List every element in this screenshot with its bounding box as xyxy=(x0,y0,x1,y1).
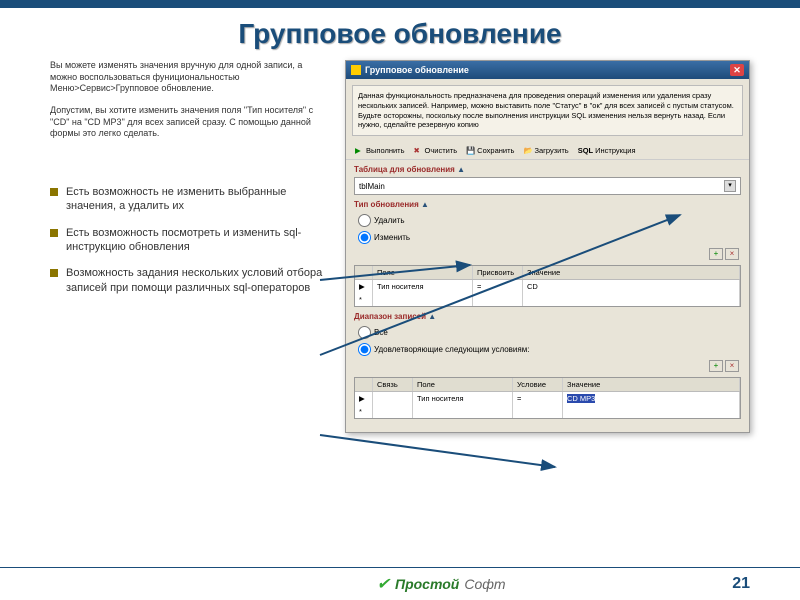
page-number: 21 xyxy=(732,575,750,593)
check-icon: ✔ xyxy=(377,574,390,594)
range-section: Диапазон записей ▲ Все Удовлетворяющие с… xyxy=(354,312,741,419)
remove-row-button[interactable]: × xyxy=(725,248,739,260)
save-button[interactable]: 💾Сохранить xyxy=(463,145,517,156)
range-label: Диапазон записей ▲ xyxy=(354,312,741,321)
conditions-grid: Связь Поле Условие Значение ▶ Тип носите… xyxy=(354,377,741,419)
chevron-down-icon[interactable]: ▾ xyxy=(724,180,736,192)
intro-paragraph-1: Вы можете изменять значения вручную для … xyxy=(50,60,330,95)
close-icon[interactable]: ✕ xyxy=(730,64,744,76)
table-label: Таблица для обновления ▲ xyxy=(354,165,741,174)
sql-button[interactable]: SQL Инструкция xyxy=(575,145,639,156)
radio-delete[interactable]: Удалить xyxy=(358,214,405,227)
col-value: Значение xyxy=(523,266,740,279)
table-row[interactable]: * xyxy=(355,293,740,306)
titlebar: Групповое обновление ✕ xyxy=(346,61,749,79)
col-field2: Поле xyxy=(413,378,513,391)
col-cond: Условие xyxy=(513,378,563,391)
update-grid: Поле Присвоить Значение ▶ Тип носителя =… xyxy=(354,265,741,307)
radio-update[interactable]: Изменить xyxy=(358,231,410,244)
type-label: Тип обновления ▲ xyxy=(354,200,741,209)
load-button[interactable]: 📂Загрузить xyxy=(520,145,571,156)
col-link: Связь xyxy=(373,378,413,391)
bullet-delete: Есть возможность не изменить выбранные з… xyxy=(50,185,330,214)
radio-all[interactable]: Все xyxy=(358,326,388,339)
col-assign: Присвоить xyxy=(473,266,523,279)
main-toolbar: ▶Выполнить ✖Очистить 💾Сохранить 📂Загрузи… xyxy=(346,142,749,160)
window-title: Групповое обновление xyxy=(365,65,469,75)
remove-cond-button[interactable]: × xyxy=(725,360,739,372)
run-button[interactable]: ▶Выполнить xyxy=(352,145,408,156)
table-row[interactable]: ▶ Тип носителя = CD MP3 xyxy=(355,392,740,405)
intro-paragraph-2: Допустим, вы хотите изменить значения по… xyxy=(50,105,330,140)
dialog-window: Групповое обновление ✕ Данная функционал… xyxy=(345,60,750,433)
clear-button[interactable]: ✖Очистить xyxy=(411,145,461,156)
slide-title: Групповое обновление xyxy=(0,8,800,60)
col-field: Поле xyxy=(373,266,473,279)
add-row-button[interactable]: + xyxy=(709,248,723,260)
info-text: Данная функциональность предназначена дл… xyxy=(352,85,743,136)
bullet-conditions: Возможность задания нескольких условий о… xyxy=(50,266,330,295)
window-icon xyxy=(351,65,361,75)
bullet-sql: Есть возможность посмотреть и изменить s… xyxy=(50,226,330,255)
table-dropdown[interactable]: tblMain ▾ xyxy=(354,177,741,195)
radio-conditions[interactable]: Удовлетворяющие следующим условиям: xyxy=(358,343,529,356)
add-cond-button[interactable]: + xyxy=(709,360,723,372)
brand-logo: ✔ Простой Софт xyxy=(377,574,506,594)
table-section: Таблица для обновления ▲ tblMain ▾ xyxy=(354,165,741,195)
table-row[interactable]: ▶ Тип носителя = CD xyxy=(355,280,740,293)
table-row[interactable]: * xyxy=(355,405,740,418)
col-value2: Значение xyxy=(563,378,740,391)
type-section: Тип обновления ▲ Удалить Изменить + × По… xyxy=(354,200,741,307)
